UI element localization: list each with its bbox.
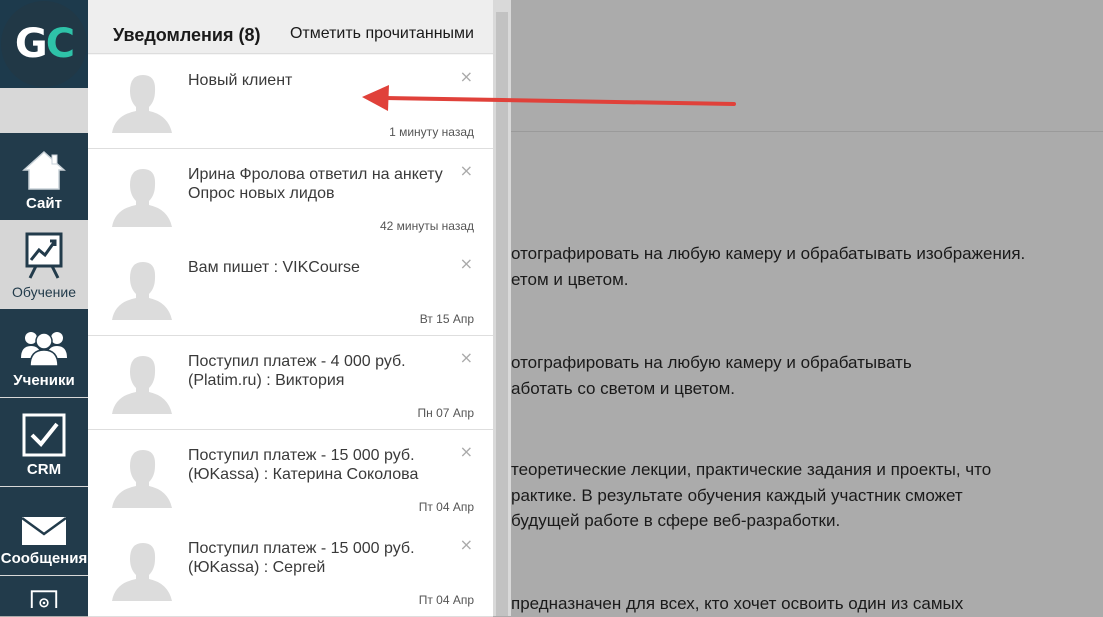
- notifications-scrollbar[interactable]: [493, 0, 511, 616]
- sidebar-item-label: CRM: [26, 461, 62, 478]
- notification-text: Поступил платеж - 15 000 руб. (ЮKassa) :…: [188, 447, 419, 483]
- sidebar-item-students[interactable]: Ученики: [0, 309, 88, 397]
- course-text-line: рактике. В результате обучения каждый уч…: [511, 486, 963, 505]
- course-text-line: будущей работе в сфере веб-разработки.: [511, 511, 841, 530]
- course-text-line: теоретические лекции, практические задан…: [511, 460, 992, 479]
- logo[interactable]: GC: [0, 0, 88, 88]
- home-icon: [22, 150, 66, 190]
- notification-time: Пн 07 Апр: [417, 406, 474, 420]
- user-avatar-icon: [112, 543, 172, 601]
- notification-item[interactable]: Поступил платеж - 15 000 руб. (ЮKassa) :…: [88, 430, 493, 524]
- course-text-line: отографировать на любую камеру и обрабат…: [511, 353, 912, 372]
- notification-text: Поступил платеж - 15 000 руб. (ЮKassa) :…: [188, 540, 415, 576]
- course-text-line: отографировать на любую камеру и обрабат…: [511, 244, 1026, 263]
- notifications-title: Уведомления (8): [113, 25, 261, 45]
- notification-time: Вт 15 Апр: [419, 312, 474, 326]
- scrollbar-thumb[interactable]: [496, 12, 508, 616]
- notification-item[interactable]: Поступил платеж - 4 000 руб. (Platim.ru)…: [88, 336, 493, 430]
- left-sidebar: GC Сайт Обучение Ученики CRM Сообщения: [0, 0, 88, 616]
- notification-time: Пт 04 Апр: [418, 500, 474, 514]
- notification-item[interactable]: Новый клиент × 1 минуту назад: [88, 55, 493, 149]
- sidebar-item-label: Ученики: [13, 372, 75, 389]
- close-icon[interactable]: ×: [460, 163, 473, 179]
- sidebar-item-label: Обучение: [11, 284, 77, 300]
- mark-all-read-link[interactable]: Отметить прочитанными: [290, 25, 474, 43]
- notification-time: Пт 04 Апр: [418, 593, 474, 607]
- sidebar-item-label: Сайт: [26, 195, 62, 212]
- sidebar-item-label: Сообщения: [0, 550, 88, 567]
- notification-item[interactable]: Ирина Фролова ответил на анкету Опрос но…: [88, 149, 493, 243]
- notification-time: 1 минуту назад: [389, 125, 474, 139]
- notification-item[interactable]: Вам пишет : VIKCourse × Вт 15 Апр: [88, 242, 493, 336]
- checkbox-icon: [22, 413, 66, 457]
- sidebar-item-site[interactable]: Сайт: [0, 133, 88, 220]
- chart-board-icon: [25, 232, 63, 279]
- course-text-line: етом и цветом.: [511, 270, 629, 289]
- sidebar-item-messages[interactable]: Сообщения: [0, 487, 88, 575]
- users-icon: [21, 332, 67, 367]
- gear-icon: [30, 590, 58, 608]
- course-text-line: предназначен для всех, кто хочет освоить…: [511, 594, 964, 613]
- user-avatar-icon: [112, 75, 172, 133]
- notification-text: Ирина Фролова ответил на анкету Опрос но…: [188, 166, 443, 202]
- user-avatar-icon: [112, 169, 172, 227]
- close-icon[interactable]: ×: [460, 537, 473, 553]
- notifications-panel: Уведомления (8) Отметить прочитанными Но…: [88, 0, 493, 617]
- user-avatar-icon: [112, 450, 172, 508]
- sidebar-item-settings[interactable]: [0, 576, 88, 616]
- notification-item[interactable]: Поступил платеж - 15 000 руб. (ЮKassa) :…: [88, 523, 493, 617]
- course-text-line: аботать со светом и цветом.: [511, 379, 736, 398]
- user-avatar-icon: [112, 356, 172, 414]
- logo-circle: GC: [1, 1, 87, 87]
- mail-icon: [21, 516, 67, 545]
- notification-text: Поступил платеж - 4 000 руб. (Platim.ru)…: [188, 353, 406, 389]
- notifications-header: Уведомления (8) Отметить прочитанными: [88, 0, 493, 54]
- close-icon[interactable]: ×: [460, 444, 473, 460]
- close-icon[interactable]: ×: [460, 256, 473, 272]
- close-icon[interactable]: ×: [460, 350, 473, 366]
- logo-text: GC: [14, 21, 75, 67]
- notification-text: Вам пишет : VIKCourse: [188, 259, 360, 276]
- sidebar-item-crm[interactable]: CRM: [0, 398, 88, 486]
- notification-text: Новый клиент: [188, 72, 293, 89]
- notification-time: 42 минуты назад: [379, 219, 474, 233]
- sidebar-item-learning[interactable]: Обучение: [0, 220, 88, 308]
- header-divider: [511, 131, 1103, 132]
- close-icon[interactable]: ×: [460, 69, 473, 85]
- user-avatar-icon: [112, 262, 172, 320]
